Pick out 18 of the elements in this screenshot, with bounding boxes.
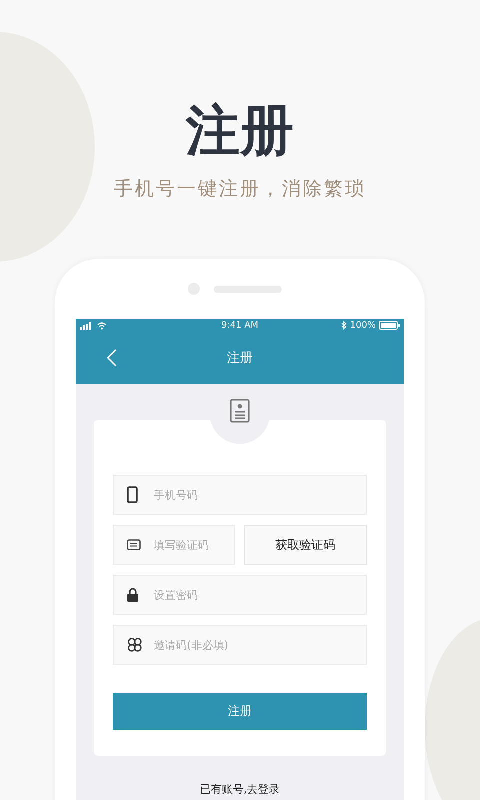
battery-icon [379, 321, 400, 330]
status-time: 9:41 AM [222, 320, 258, 330]
signal-icon [80, 322, 94, 330]
register-button[interactable]: 注册 [113, 693, 367, 730]
back-icon[interactable] [107, 349, 117, 367]
input-field[interactable]: 手机号码 [113, 475, 367, 515]
get-code-button[interactable]: 获取验证码 [244, 525, 367, 565]
wifi-icon [97, 322, 107, 330]
profile-card-icon [230, 399, 250, 423]
nav-title: 注册 [227, 350, 253, 367]
subtitle: 手机号一键注册，消除繁琐 [113, 177, 367, 201]
input-field[interactable]: 设置密码 [113, 575, 367, 615]
input-field[interactable]: 填写验证码 [113, 525, 235, 565]
headline: 注册 [186, 97, 294, 164]
login-link[interactable]: 已有账号,去登录 [200, 782, 280, 797]
bluetooth-icon [341, 321, 348, 330]
battery-percent: 100% [350, 320, 376, 330]
input-field[interactable]: 邀请码(非必填) [113, 625, 367, 665]
